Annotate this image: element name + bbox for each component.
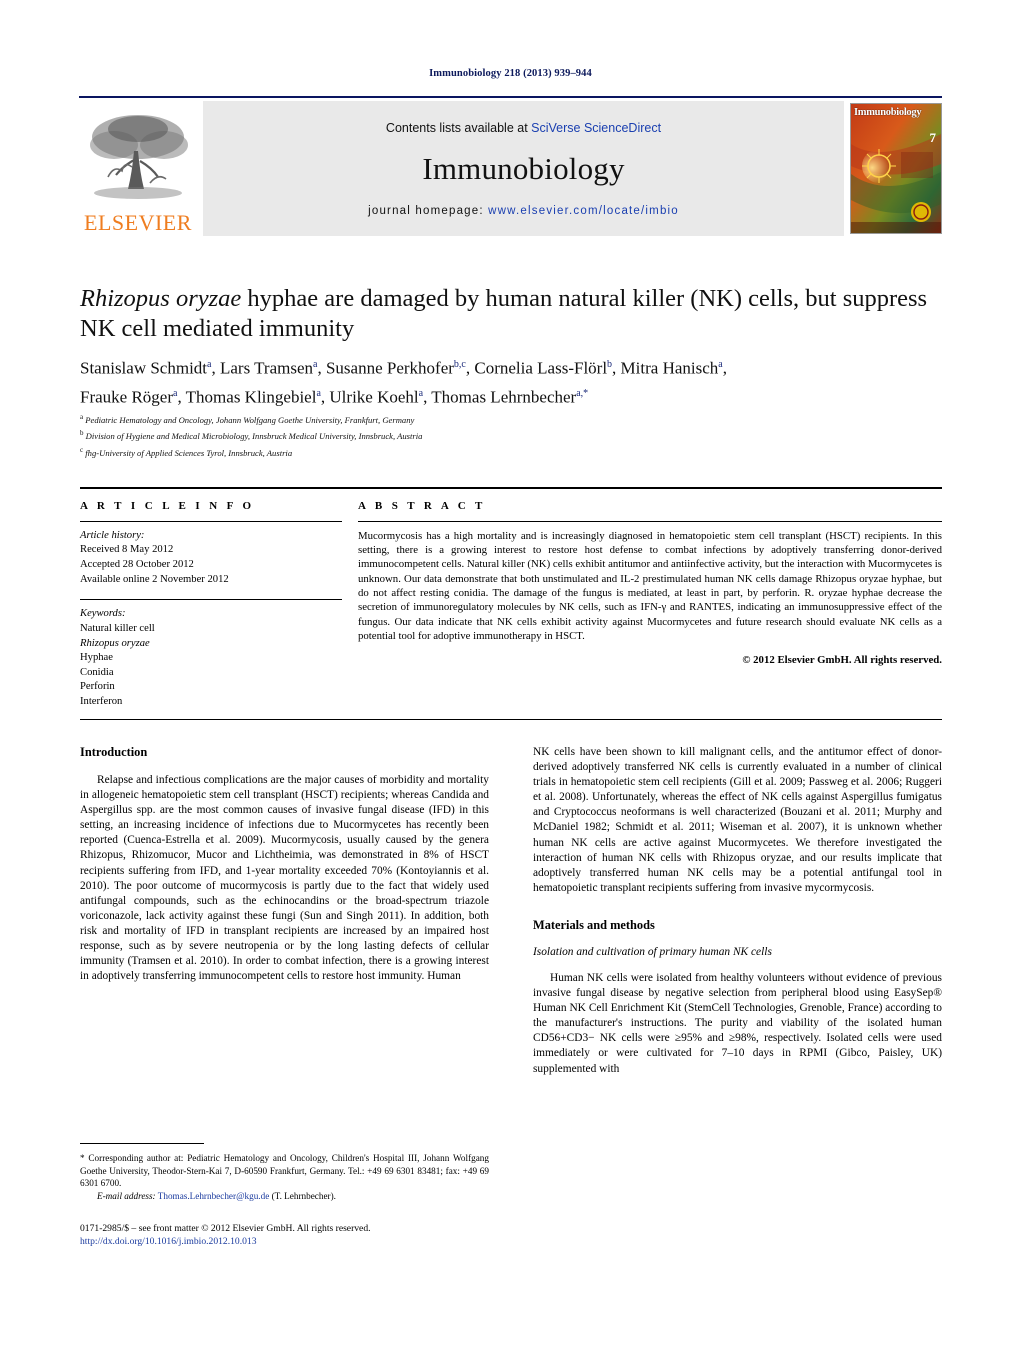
history-online: Available online 2 November 2012 xyxy=(80,573,229,585)
section-heading-introduction: Introduction xyxy=(80,745,148,759)
article-info-column: A R T I C L E I N F O Article history: R… xyxy=(80,489,358,710)
affiliation-c-text: fhg-University of Applied Sciences Tyrol… xyxy=(85,447,293,458)
affiliation-list: a Pediatric Hematology and Oncology, Joh… xyxy=(80,411,960,460)
corresponding-email-link[interactable]: Thomas.Lehrnbecher@kgu.de xyxy=(158,1191,270,1201)
keywords-block: Keywords: Natural killer cell Rhizopus o… xyxy=(80,607,342,709)
keyword-item: Perforin xyxy=(80,681,115,693)
footnote-corresponding-text: * Corresponding author at: Pediatric Hem… xyxy=(80,1153,489,1189)
affiliation-a: a Pediatric Hematology and Oncology, Joh… xyxy=(80,413,415,425)
title-species-italic: Rhizopus oryzae xyxy=(80,285,242,312)
abstract-column: A B S T R A C T Mucormycosis has a high … xyxy=(358,489,942,710)
affiliation-b-text: Division of Hygiene and Medical Microbio… xyxy=(85,431,423,442)
imprint-block: 0171-2985/$ – see front matter © 2012 El… xyxy=(80,1222,560,1249)
journal-homepage-line: journal homepage: www.elsevier.com/locat… xyxy=(368,205,679,217)
affiliation-b: b Division of Hygiene and Medical Microb… xyxy=(80,429,423,442)
article-info-rule xyxy=(80,520,342,522)
paper-page: Immunobiology 218 (2013) 939–944 ELSEVIE… xyxy=(0,0,1021,1351)
keywords-rule xyxy=(80,599,342,601)
article-history-label: Article history: xyxy=(80,529,145,541)
journal-masthead: ELSEVIER Contents lists available at Sci… xyxy=(79,96,942,236)
contents-prefix: Contents lists available at xyxy=(385,120,532,135)
corresponding-author-footnote: * Corresponding author at: Pediatric Hem… xyxy=(80,1143,489,1202)
abstract-text: Mucormycosis has a high mortality and is… xyxy=(358,529,942,642)
homepage-prefix: journal homepage: xyxy=(368,204,489,217)
author-list: Stanislaw Schmidta, Lars Tramsena, Susan… xyxy=(80,358,727,407)
elsevier-tree-icon xyxy=(86,111,190,211)
doi-link[interactable]: http://dx.doi.org/10.1016/j.imbio.2012.1… xyxy=(80,1235,560,1248)
history-received: Received 8 May 2012 xyxy=(80,544,174,556)
abstract-copyright: © 2012 Elsevier GmbH. All rights reserve… xyxy=(742,654,942,667)
abstract-label: A B S T R A C T xyxy=(358,499,486,512)
email-address-label: E-mail address: xyxy=(97,1190,156,1201)
homepage-url-link[interactable]: www.elsevier.com/locate/imbio xyxy=(488,205,679,217)
band-bottom-rule xyxy=(80,718,942,721)
affiliation-c: c fhg-University of Applied Sciences Tyr… xyxy=(80,445,293,458)
paper-title: Rhizopus oryzae hyphae are damaged by hu… xyxy=(80,284,950,344)
article-history-block: Article history: Received 8 May 2012 Acc… xyxy=(80,529,342,587)
abstract-rule xyxy=(358,520,942,522)
journal-cover-thumbnail: Immunobiology 7 xyxy=(850,103,942,234)
keyword-item: Interferon xyxy=(80,696,123,708)
keywords-label: Keywords: xyxy=(80,608,126,620)
methods-paragraph: Human NK cells were isolated from health… xyxy=(533,971,942,1075)
contents-available-line: Contents lists available at SciVerse Sci… xyxy=(386,121,661,135)
body-column-right: NK cells have been shown to kill maligna… xyxy=(533,745,942,1265)
footnote-rule xyxy=(80,1143,204,1144)
keyword-item: Conidia xyxy=(80,666,114,678)
cover-journal-title: Immunobiology xyxy=(854,107,922,118)
affiliation-a-text: Pediatric Hematology and Oncology, Johan… xyxy=(85,414,415,425)
info-abstract-band: A R T I C L E I N F O Article history: R… xyxy=(80,487,942,721)
elsevier-logo: ELSEVIER xyxy=(79,101,197,236)
intro-paragraph: Relapse and infectious complications are… xyxy=(80,774,489,983)
masthead-top-rule xyxy=(79,96,942,98)
cover-issue-number: 7 xyxy=(929,130,937,145)
history-accepted: Accepted 28 October 2012 xyxy=(80,558,194,570)
intro-continued-paragraph: NK cells have been shown to kill maligna… xyxy=(533,746,942,894)
imprint-line: 0171-2985/$ – see front matter © 2012 El… xyxy=(80,1223,371,1234)
running-head: Immunobiology 218 (2013) 939–944 xyxy=(429,68,592,79)
journal-title: Immunobiology xyxy=(422,150,625,186)
elsevier-wordmark: ELSEVIER xyxy=(84,210,192,235)
keyword-item: Rhizopus oryzae xyxy=(80,637,150,649)
section-heading-materials-methods: Materials and methods xyxy=(533,917,655,932)
masthead-center: Contents lists available at SciVerse Sci… xyxy=(203,101,844,236)
keyword-item: Hyphae xyxy=(80,652,113,664)
email-suffix: (T. Lehrnbecher). xyxy=(269,1190,336,1201)
footnote-email-line: E-mail address: Thomas.Lehrnbecher@kgu.d… xyxy=(80,1190,489,1203)
keyword-item: Natural killer cell xyxy=(80,623,155,635)
subsection-heading-isolation: Isolation and cultivation of primary hum… xyxy=(533,945,772,958)
article-info-label: A R T I C L E I N F O xyxy=(80,499,255,512)
sciencedirect-link[interactable]: SciVerse ScienceDirect xyxy=(531,121,661,135)
